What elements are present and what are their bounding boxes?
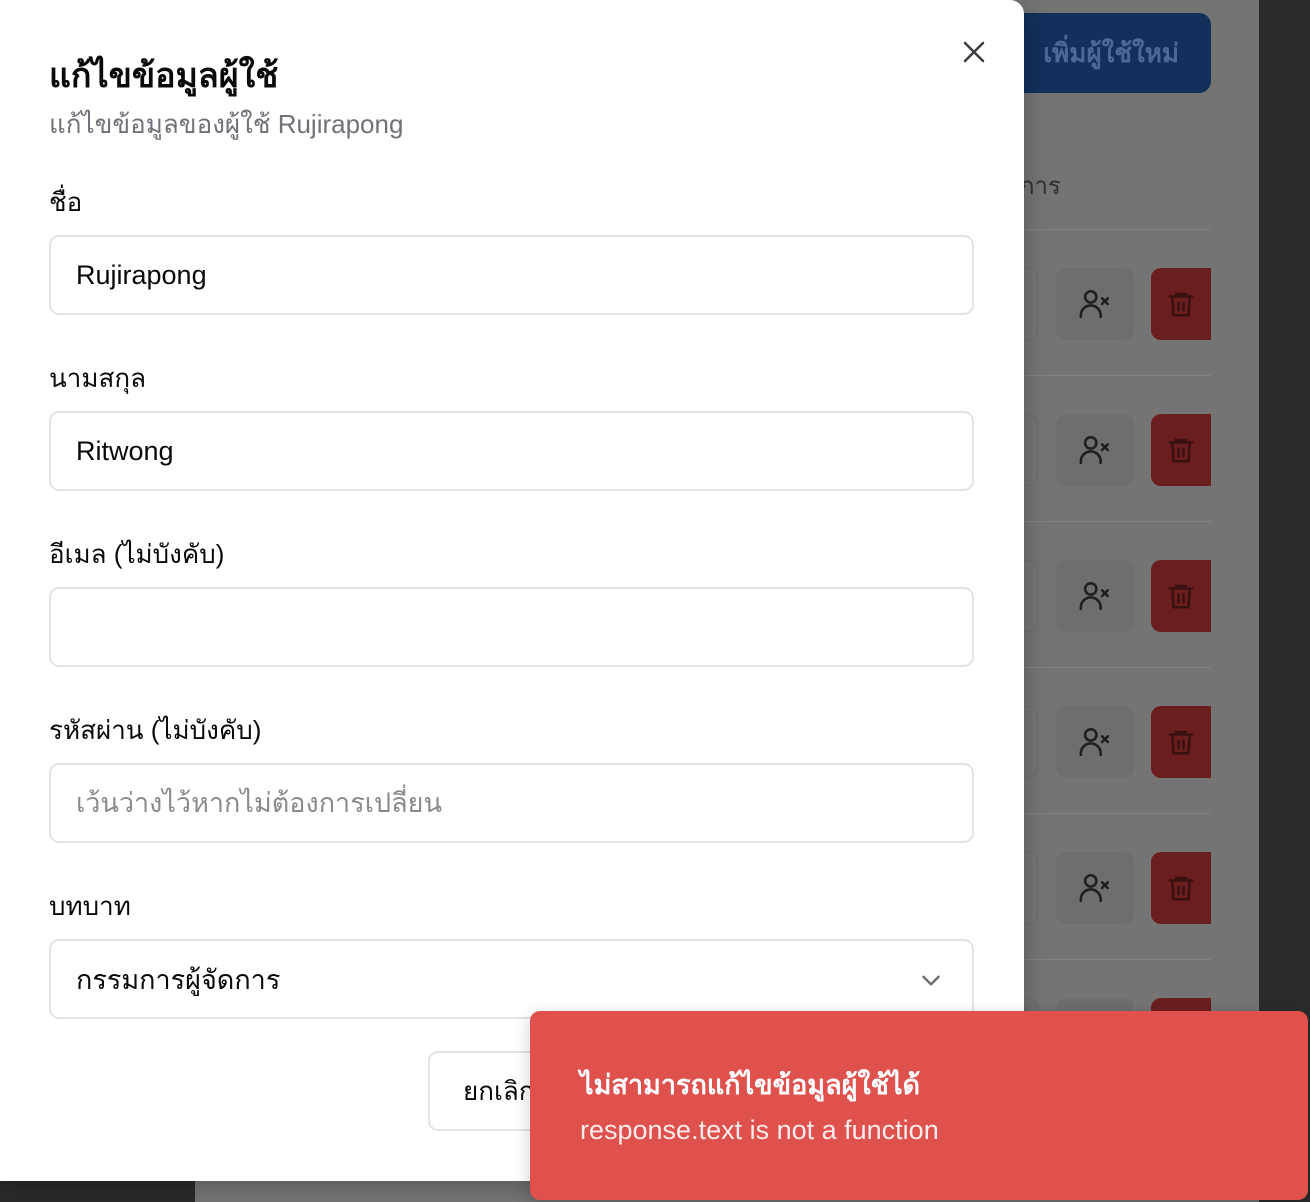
chevron-down-icon bbox=[922, 975, 940, 986]
table-row bbox=[1000, 521, 1211, 667]
user-x-icon bbox=[1079, 581, 1110, 611]
close-button[interactable] bbox=[958, 36, 990, 68]
user-x-icon bbox=[1079, 727, 1110, 757]
trash-icon bbox=[1168, 876, 1194, 901]
role-select-value: กรรมการผู้จัดการ bbox=[76, 964, 281, 995]
password-input[interactable] bbox=[49, 763, 974, 843]
user-x-icon bbox=[1079, 435, 1110, 465]
deactivate-user-button bbox=[1056, 706, 1134, 778]
delete-user-button bbox=[1151, 706, 1211, 778]
dialog-subtitle: แก้ไขข้อมูลของผู้ใช้ Rujirapong bbox=[49, 109, 404, 139]
role-select[interactable]: กรรมการผู้จัดการ bbox=[49, 939, 974, 1019]
delete-user-button bbox=[1151, 268, 1211, 340]
trash-icon bbox=[1168, 584, 1194, 609]
delete-user-button bbox=[1151, 852, 1211, 924]
edit-user-dialog: แก้ไขข้อมูลผู้ใช้ แก้ไขข้อมูลของผู้ใช้ R… bbox=[0, 0, 1024, 1181]
deactivate-user-button bbox=[1056, 268, 1134, 340]
first-name-input[interactable] bbox=[49, 235, 974, 315]
add-user-label: เพิ่มผู้ใช้ใหม่ bbox=[1043, 37, 1179, 68]
add-user-button: เพิ่มผู้ใช้ใหม่ bbox=[1000, 13, 1211, 93]
first-name-label: ชื่อ bbox=[49, 187, 83, 217]
role-label: บทบาท bbox=[49, 891, 131, 921]
table-row bbox=[1000, 375, 1211, 521]
cancel-label: ยกเลิก bbox=[463, 1075, 535, 1106]
table-row bbox=[1000, 813, 1211, 959]
dialog-title: แก้ไขข้อมูลผู้ใช้ bbox=[49, 57, 279, 95]
table-row bbox=[1000, 667, 1211, 813]
email-input[interactable] bbox=[49, 587, 974, 667]
last-name-input[interactable] bbox=[49, 411, 974, 491]
deactivate-user-button bbox=[1056, 852, 1134, 924]
deactivate-user-button bbox=[1056, 560, 1134, 632]
trash-icon bbox=[1168, 438, 1194, 463]
user-x-icon bbox=[1079, 289, 1110, 319]
trash-icon bbox=[1168, 292, 1194, 317]
delete-user-button bbox=[1151, 560, 1211, 632]
email-label: อีเมล (ไม่บังคับ) bbox=[49, 539, 225, 569]
close-icon bbox=[963, 41, 985, 63]
toast-title: ไม่สามารถแก้ไขข้อมูลผู้ใช้ได้ bbox=[580, 1070, 921, 1100]
trash-icon bbox=[1168, 730, 1194, 755]
table-row bbox=[1000, 229, 1211, 375]
error-toast[interactable]: ไม่สามารถแก้ไขข้อมูลผู้ใช้ได้ response.t… bbox=[530, 1011, 1308, 1200]
password-label: รหัสผ่าน (ไม่บังคับ) bbox=[49, 715, 262, 745]
actions-column-header: การ bbox=[1020, 173, 1061, 200]
last-name-label: นามสกุล bbox=[49, 363, 147, 393]
deactivate-user-button bbox=[1056, 414, 1134, 486]
delete-user-button bbox=[1151, 414, 1211, 486]
user-x-icon bbox=[1079, 873, 1110, 903]
toast-description: response.text is not a function bbox=[580, 1115, 939, 1145]
